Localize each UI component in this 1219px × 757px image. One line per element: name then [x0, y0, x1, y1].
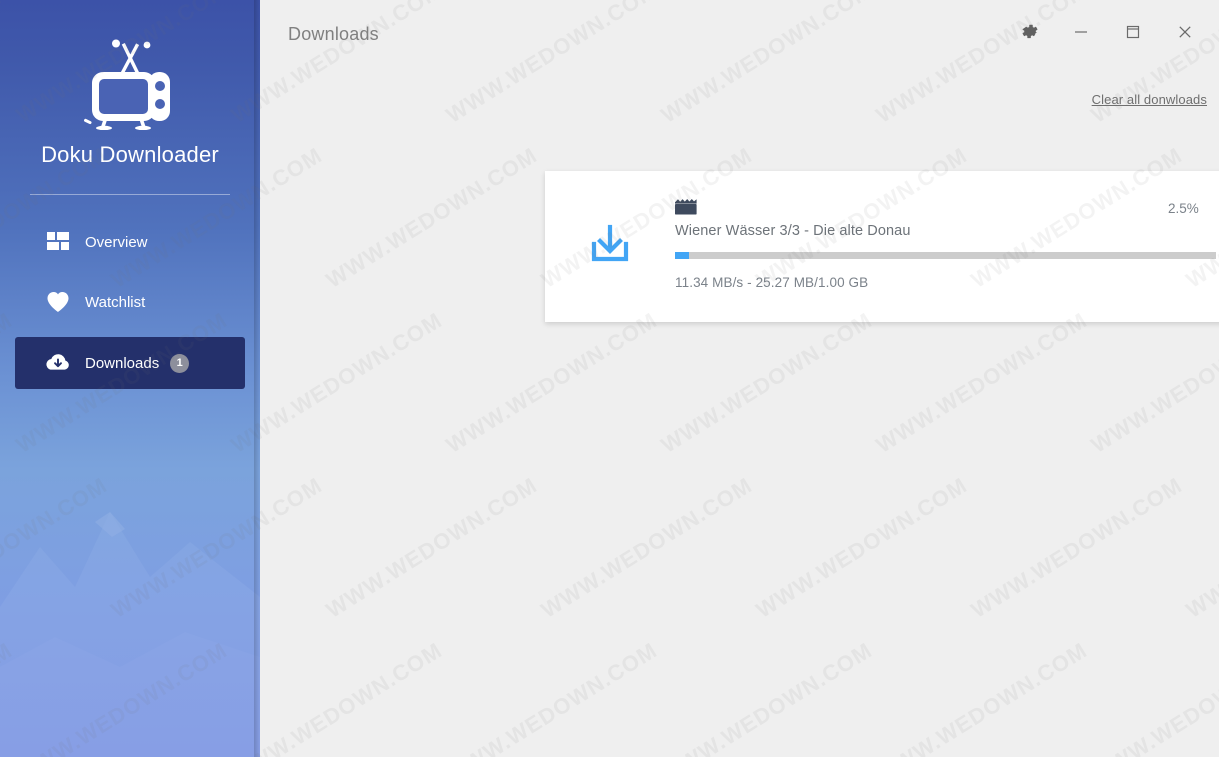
sidebar-item-label: Overview: [85, 233, 148, 251]
maximize-icon: [1124, 23, 1142, 46]
mountain-silhouette-icon: [0, 512, 260, 757]
sidebar-item-badge: 1: [170, 353, 190, 373]
toolbar: Clear all donwloads: [260, 68, 1219, 107]
main-content: Downloads Clear all donwloads Wiener Wäs…: [260, 0, 1219, 757]
close-button[interactable]: [1159, 9, 1211, 59]
sidebar-item-label: Watchlist: [85, 293, 146, 311]
sidebar-nav: Overview Watchlist Downloads 1: [0, 217, 260, 389]
sidebar-item-label: Downloads: [85, 354, 160, 372]
sidebar-item-downloads[interactable]: Downloads 1: [15, 337, 245, 389]
app-title: Doku Downloader: [41, 142, 219, 167]
tv-icon: [84, 39, 170, 130]
app-window: Doku Downloader Overview Watchlist Downl…: [0, 0, 1219, 757]
sidebar-background-photo: [0, 337, 260, 757]
sidebar-edge-shadow: [254, 0, 260, 757]
sidebar-item-watchlist[interactable]: Watchlist: [15, 277, 245, 327]
download-arrow-icon: [588, 222, 632, 271]
gear-icon: [1020, 22, 1039, 46]
download-title: Wiener Wässer 3/3 - Die alte Donau: [675, 223, 911, 239]
download-percent: 2.5%: [1168, 201, 1199, 216]
download-progress-fill: [675, 252, 689, 259]
page-title: Downloads: [288, 23, 379, 44]
sidebar-divider: [30, 194, 230, 195]
settings-button[interactable]: [1003, 9, 1055, 59]
sidebar-item-overview[interactable]: Overview: [15, 217, 245, 267]
titlebar: Downloads: [260, 0, 1219, 68]
minimize-icon: [1072, 23, 1090, 46]
download-progress-bar: [675, 252, 1216, 259]
download-stats: 11.34 MB/s - 25.27 MB/1.00 GB: [675, 275, 869, 290]
dashboard-grid-icon: [45, 229, 71, 255]
maximize-button[interactable]: [1107, 9, 1159, 59]
clear-all-downloads-link[interactable]: Clear all donwloads: [1092, 92, 1207, 107]
minimize-button[interactable]: [1055, 9, 1107, 59]
download-details: Wiener Wässer 3/3 - Die alte Donau 2.5% …: [675, 171, 1219, 322]
cloud-download-icon: [45, 350, 71, 376]
clapperboard-icon: [675, 199, 697, 222]
heart-icon: [45, 289, 71, 315]
app-logo: [0, 34, 260, 130]
sidebar: Doku Downloader Overview Watchlist Downl…: [0, 0, 260, 757]
close-icon: [1176, 23, 1194, 46]
download-item-card[interactable]: Wiener Wässer 3/3 - Die alte Donau 2.5% …: [545, 171, 1219, 322]
download-status-icon-wrap: [545, 222, 675, 271]
